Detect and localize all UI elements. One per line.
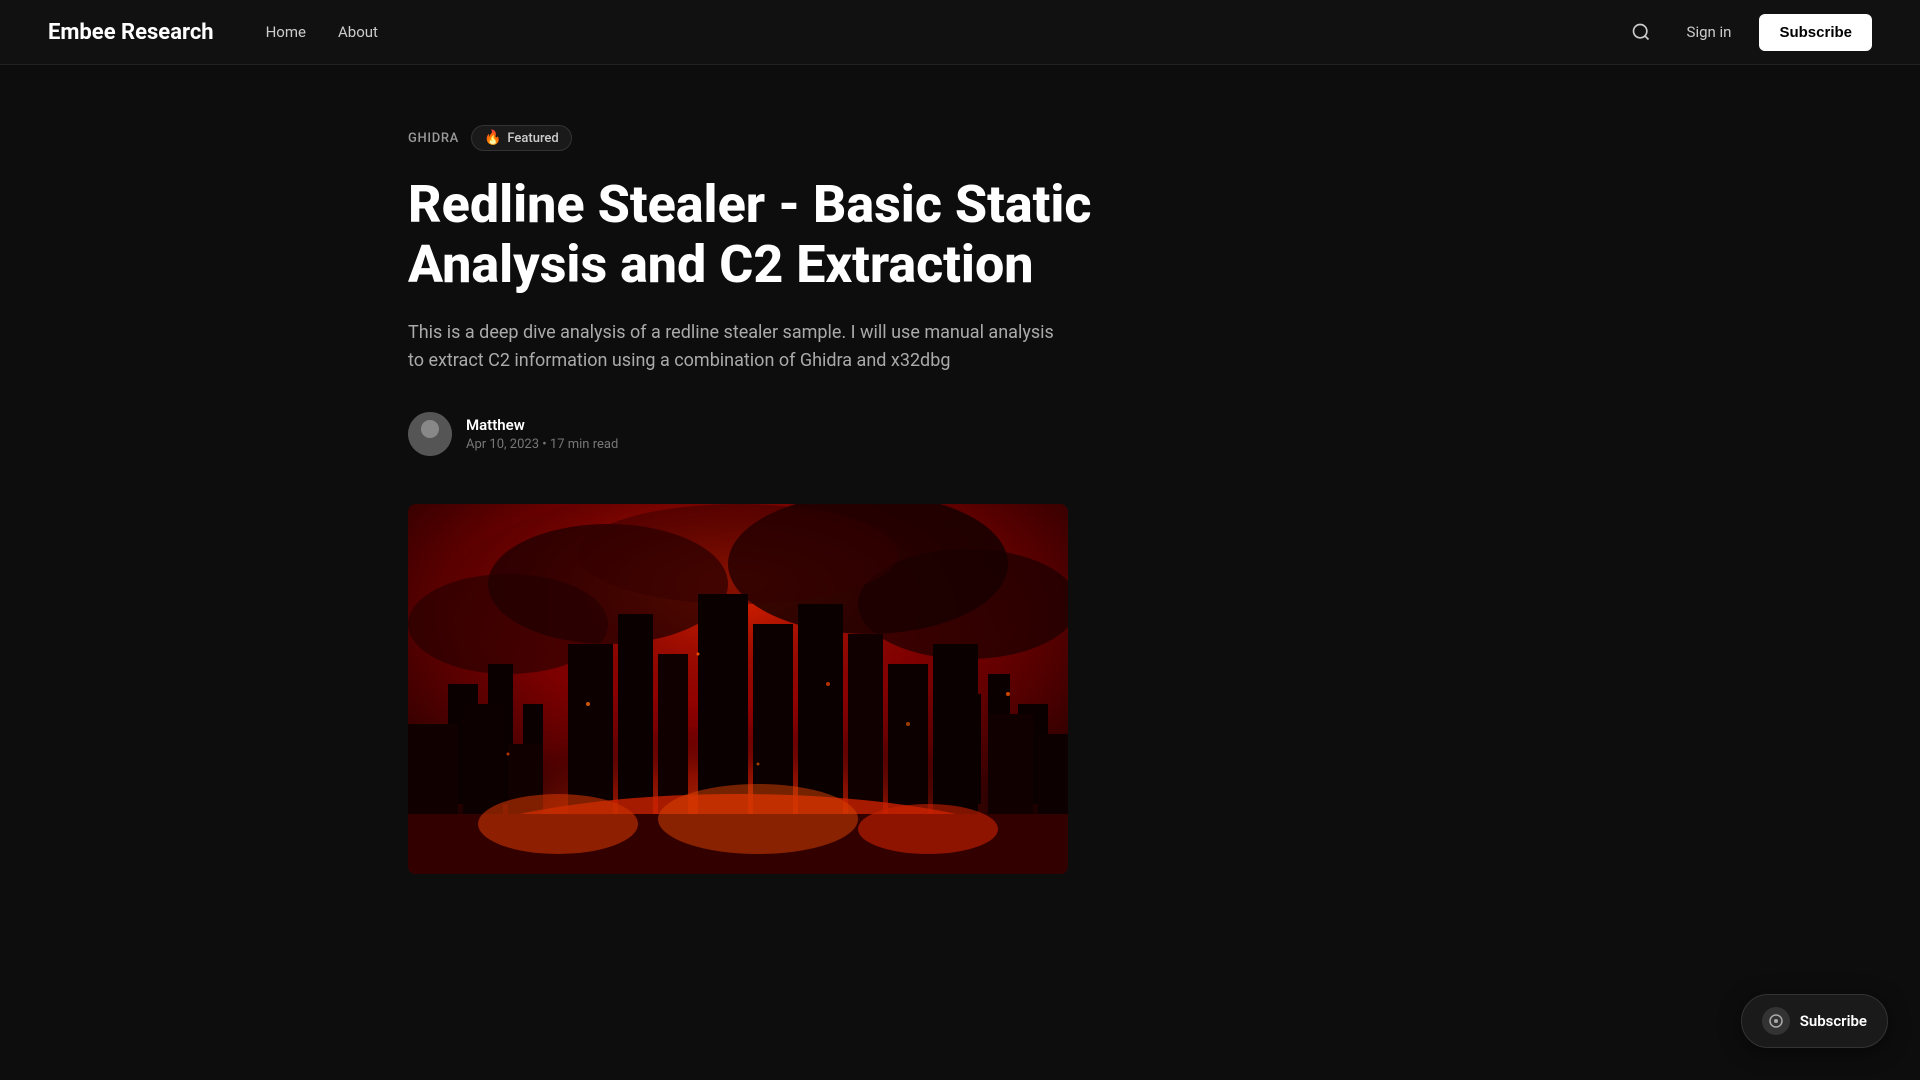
tag-ghidra[interactable]: Ghidra bbox=[408, 131, 459, 146]
floating-subscribe-button[interactable]: Subscribe bbox=[1741, 994, 1888, 1048]
subscribe-portal-icon bbox=[1762, 1007, 1790, 1035]
featured-badge: 🔥 Featured bbox=[471, 125, 572, 151]
person-icon bbox=[408, 412, 452, 456]
signin-link[interactable]: Sign in bbox=[1675, 17, 1744, 47]
article-meta: Apr 10, 2023 • 17 min read bbox=[466, 437, 618, 452]
tags-row: Ghidra 🔥 Featured bbox=[408, 125, 1512, 151]
search-icon bbox=[1631, 22, 1651, 42]
featured-label: Featured bbox=[507, 131, 558, 146]
hero-image-inner bbox=[408, 504, 1068, 874]
search-button[interactable] bbox=[1623, 14, 1659, 50]
subscribe-button[interactable]: Subscribe bbox=[1759, 14, 1872, 51]
nav-about[interactable]: About bbox=[326, 17, 390, 47]
author-name[interactable]: Matthew bbox=[466, 416, 618, 434]
meta-separator: • bbox=[542, 437, 550, 452]
fire-icon: 🔥 bbox=[484, 130, 501, 146]
article-title: Redline Stealer - Basic Static Analysis … bbox=[408, 175, 1168, 295]
floating-subscribe-label: Subscribe bbox=[1800, 1012, 1867, 1030]
nav-home[interactable]: Home bbox=[254, 17, 318, 47]
author-info: Matthew Apr 10, 2023 • 17 min read bbox=[466, 416, 618, 452]
author-row: Matthew Apr 10, 2023 • 17 min read bbox=[408, 412, 1512, 456]
portal-icon bbox=[1768, 1013, 1784, 1029]
main-content: Ghidra 🔥 Featured Redline Stealer - Basi… bbox=[360, 65, 1560, 954]
article-date: Apr 10, 2023 bbox=[466, 437, 539, 452]
hero-image bbox=[408, 504, 1068, 874]
header-left: Embee Research Home About bbox=[48, 17, 390, 47]
article-excerpt: This is a deep dive analysis of a redlin… bbox=[408, 319, 1068, 377]
site-header: Embee Research Home About Sign in Subscr… bbox=[0, 0, 1920, 65]
author-avatar[interactable] bbox=[408, 412, 452, 456]
main-nav: Home About bbox=[254, 17, 390, 47]
cityscape-illustration bbox=[408, 504, 1068, 874]
header-right: Sign in Subscribe bbox=[1623, 14, 1872, 51]
article-read-time: 17 min read bbox=[550, 437, 618, 452]
site-title[interactable]: Embee Research bbox=[48, 20, 214, 45]
